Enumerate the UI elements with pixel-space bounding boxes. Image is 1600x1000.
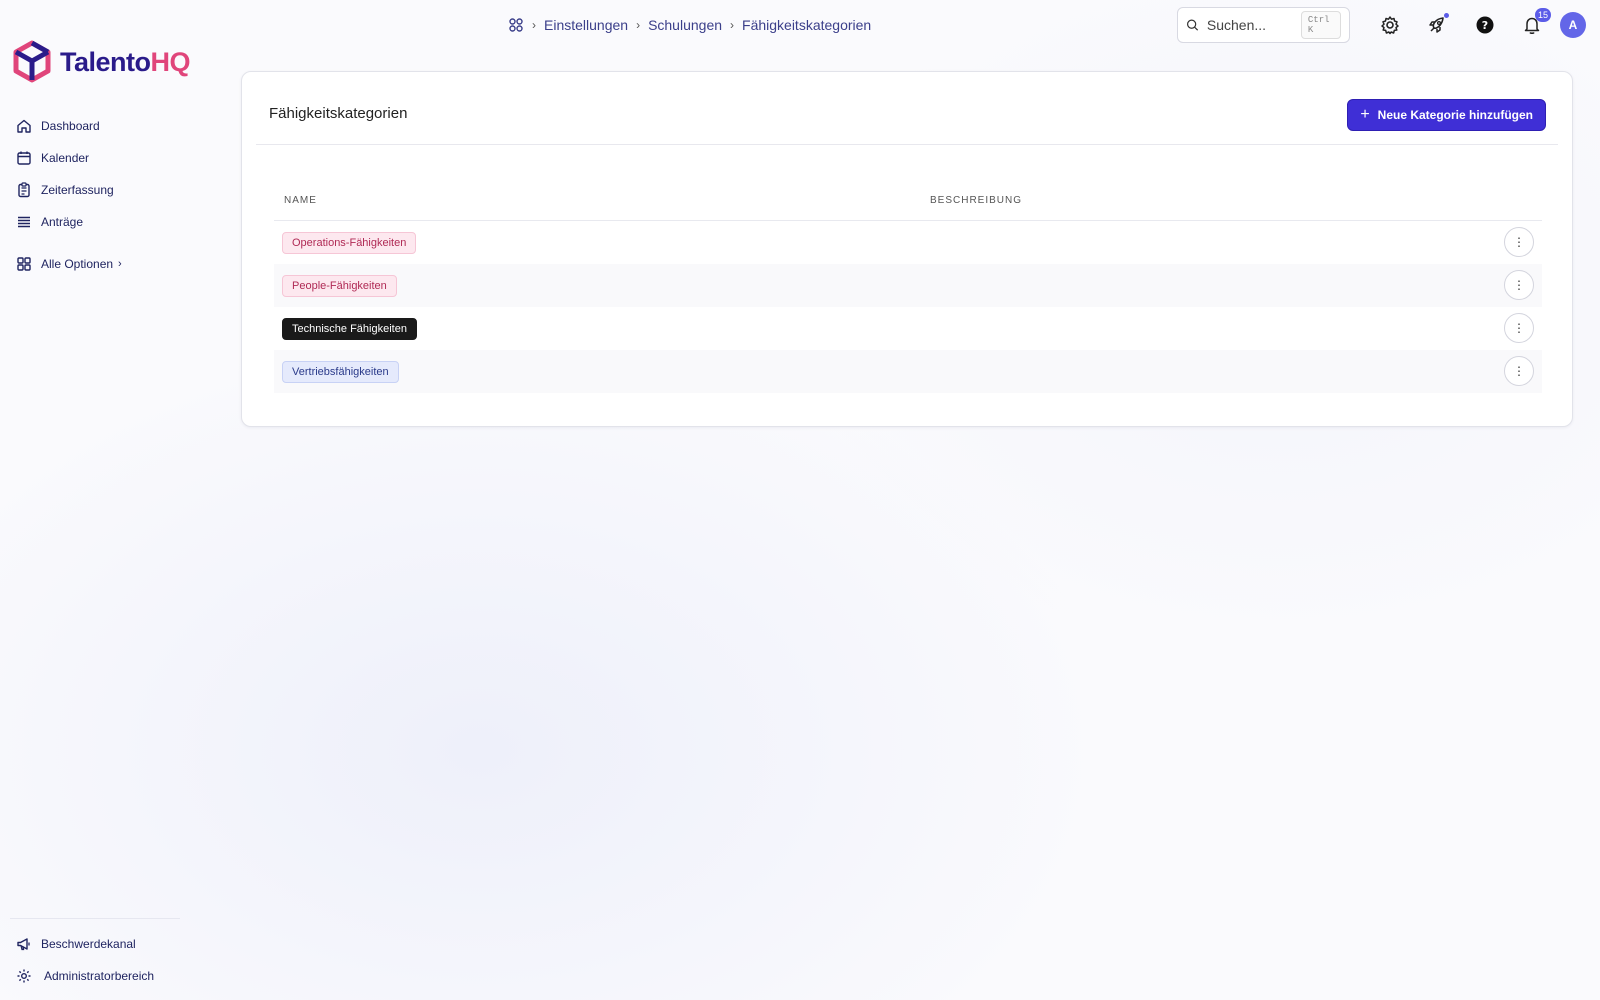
rocket-button[interactable] xyxy=(1424,12,1450,38)
more-vertical-icon: ⋮ xyxy=(1513,321,1525,335)
search-input[interactable] xyxy=(1206,17,1293,33)
add-category-button[interactable]: + Neue Kategorie hinzufügen xyxy=(1347,99,1546,131)
help-icon: ? xyxy=(1476,16,1494,34)
table-row: People-Fähigkeiten ⋮ xyxy=(274,264,1542,307)
sidebar: TalentoHQ Dashboard Kalender Zeiterfassu… xyxy=(0,0,200,1000)
sidebar-item-beschwerdekanal[interactable]: Beschwerdekanal xyxy=(16,928,196,960)
sidebar-item-zeiterfassung[interactable]: Zeiterfassung xyxy=(16,174,196,206)
sidebar-divider xyxy=(10,918,180,919)
categories-table: NAME BESCHREIBUNG Operations-Fähigkeiten… xyxy=(274,181,1542,393)
chevron-right-icon: › xyxy=(118,258,122,270)
search-icon xyxy=(1187,19,1199,31)
table-body: Operations-Fähigkeiten ⋮ People-Fähigkei… xyxy=(274,221,1542,393)
search-shortcut: Ctrl K xyxy=(1300,11,1341,39)
breadcrumb: › Einstellungen › Schulungen › Fähigkeit… xyxy=(508,14,871,36)
gear-icon xyxy=(17,969,31,983)
gear-icon xyxy=(1381,16,1399,35)
add-category-button-label: Neue Kategorie hinzufügen xyxy=(1377,108,1533,122)
plus-icon: + xyxy=(1360,106,1370,123)
sidebar-nav: Dashboard Kalender Zeiterfassung Anträge… xyxy=(16,110,196,280)
chevron-right-icon: › xyxy=(532,18,536,32)
category-tag[interactable]: Operations-Fähigkeiten xyxy=(282,231,417,254)
sidebar-item-alle-optionen[interactable]: Alle Optionen › xyxy=(16,248,196,280)
logo-cube-icon xyxy=(13,40,51,83)
grid-icon[interactable] xyxy=(508,17,524,33)
help-button[interactable]: ? xyxy=(1472,12,1498,38)
table-header: NAME BESCHREIBUNG xyxy=(274,181,1542,221)
breadcrumb-faehigkeitskategorien[interactable]: Fähigkeitskategorien xyxy=(742,17,871,33)
megaphone-icon xyxy=(17,938,30,951)
row-actions-button[interactable]: ⋮ xyxy=(1504,356,1534,386)
grid-icon xyxy=(17,257,31,271)
more-vertical-icon: ⋮ xyxy=(1513,278,1525,292)
card-divider xyxy=(256,144,1558,145)
notifications-button[interactable]: 15 xyxy=(1519,8,1552,38)
categories-card: Fähigkeitskategorien + Neue Kategorie hi… xyxy=(241,71,1573,427)
sidebar-item-label: Dashboard xyxy=(41,119,100,133)
sidebar-item-antraege[interactable]: Anträge xyxy=(16,206,196,238)
table-row: Vertriebsfähigkeiten ⋮ xyxy=(274,350,1542,393)
row-actions-button[interactable]: ⋮ xyxy=(1504,313,1534,343)
category-tag[interactable]: Technische Fähigkeiten xyxy=(282,317,417,340)
sidebar-item-label: Beschwerdekanal xyxy=(41,937,136,951)
sidebar-item-label: Zeiterfassung xyxy=(41,183,114,197)
row-actions-button[interactable]: ⋮ xyxy=(1504,227,1534,257)
settings-button[interactable] xyxy=(1377,12,1403,38)
home-icon xyxy=(17,119,31,133)
sidebar-item-label: Kalender xyxy=(41,151,90,165)
sidebar-item-dashboard[interactable]: Dashboard xyxy=(16,110,196,142)
page-title: Fähigkeitskategorien xyxy=(269,105,408,122)
search-box[interactable]: Ctrl K xyxy=(1177,7,1350,43)
table-row: Operations-Fähigkeiten ⋮ xyxy=(274,221,1542,264)
logo-text: TalentoHQ xyxy=(60,46,190,77)
avatar[interactable]: A xyxy=(1560,12,1586,38)
row-actions-button[interactable]: ⋮ xyxy=(1504,270,1534,300)
sidebar-bottom-nav: Beschwerdekanal Administratorbereich xyxy=(16,928,196,992)
column-header-description: BESCHREIBUNG xyxy=(930,195,1023,206)
table-row: Technische Fähigkeiten ⋮ xyxy=(274,307,1542,350)
logo[interactable]: TalentoHQ xyxy=(12,40,190,84)
svg-text:?: ? xyxy=(1482,19,1488,32)
breadcrumb-einstellungen[interactable]: Einstellungen xyxy=(544,17,628,33)
notification-count-badge: 15 xyxy=(1535,8,1552,22)
breadcrumb-schulungen[interactable]: Schulungen xyxy=(648,17,722,33)
stack-icon xyxy=(18,216,30,228)
rocket-indicator-dot xyxy=(1444,13,1449,18)
chevron-right-icon: › xyxy=(730,18,735,32)
more-vertical-icon: ⋮ xyxy=(1513,364,1525,378)
column-header-name: NAME xyxy=(284,195,317,206)
sidebar-item-kalender[interactable]: Kalender xyxy=(16,142,196,174)
calendar-icon xyxy=(17,151,31,165)
category-tag[interactable]: Vertriebsfähigkeiten xyxy=(282,360,399,383)
sidebar-item-label: Administratorbereich xyxy=(44,969,155,983)
chevron-right-icon: › xyxy=(636,18,641,32)
clipboard-icon xyxy=(18,182,30,198)
sidebar-item-label: Anträge xyxy=(41,215,84,229)
sidebar-item-administratorbereich[interactable]: Administratorbereich xyxy=(16,960,196,992)
sidebar-item-label: Alle Optionen xyxy=(41,257,114,271)
more-vertical-icon: ⋮ xyxy=(1513,235,1525,249)
category-tag[interactable]: People-Fähigkeiten xyxy=(282,274,397,297)
